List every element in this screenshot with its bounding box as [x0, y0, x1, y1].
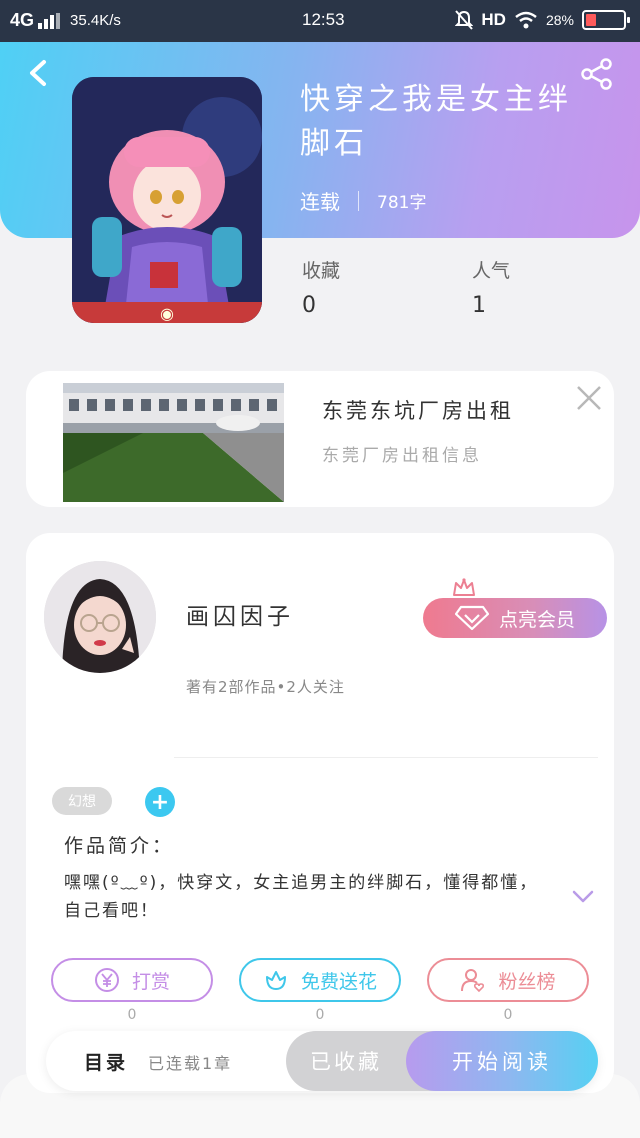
collect-stat: 收藏 0	[302, 256, 340, 318]
close-icon[interactable]	[574, 383, 604, 413]
fan-user-icon	[461, 969, 485, 993]
clock: 12:53	[302, 10, 345, 29]
fan-count: 0	[503, 1007, 513, 1023]
flower-icon	[265, 971, 286, 990]
author-card: 画囚因子 著有2部作品•2人关注 点亮会员 幻想 + 作品简介： 嘿嘿(º﹏º)…	[26, 533, 614, 1093]
intro-text: 嘿嘿(º﹏º)，快穿文，女主追男主的绊脚石，懂得都懂，自己看吧！	[64, 873, 539, 921]
wifi-icon	[515, 11, 537, 29]
network-type: 4G	[10, 10, 35, 30]
ad-image[interactable]	[63, 383, 284, 502]
serial-status: 连载	[300, 190, 340, 214]
book-meta: 连载 781字	[300, 186, 426, 215]
plus-icon: +	[150, 789, 170, 815]
send-flower-button[interactable]: 免费送花	[239, 958, 401, 1002]
flower-count: 0	[315, 1007, 325, 1023]
reward-label: 打赏	[131, 970, 170, 993]
battery-percent: 28%	[545, 12, 574, 28]
author-name[interactable]: 画囚因子	[186, 597, 294, 631]
ad-subtitle: 东莞厂房出租信息	[322, 446, 482, 466]
popularity-label: 人气	[472, 260, 511, 282]
chevron-down-icon[interactable]	[572, 889, 594, 905]
collect-value: 0	[302, 293, 316, 318]
author-stats: 著有2部作品•2人关注	[186, 678, 345, 696]
popularity-stat: 人气 1	[472, 256, 510, 318]
hd-label: HD	[481, 10, 506, 29]
fan-ranking-button[interactable]: 粉丝榜	[427, 958, 589, 1002]
start-reading-label: 开始阅读	[452, 1050, 552, 1074]
meta-divider	[358, 190, 359, 211]
reward-button[interactable]: 打赏	[51, 958, 213, 1002]
crown-icon	[453, 578, 475, 596]
send-flower-label: 免费送花	[300, 970, 377, 993]
toc-button[interactable]: 目录	[84, 1048, 128, 1075]
battery-icon	[582, 10, 630, 30]
diamond-icon	[454, 605, 489, 631]
signal-icon	[38, 12, 61, 29]
yen-icon	[94, 968, 119, 992]
fan-ranking-label: 粉丝榜	[498, 970, 556, 993]
avatar[interactable]	[44, 561, 156, 673]
mute-bell-icon	[455, 10, 474, 30]
back-icon[interactable]	[24, 58, 52, 88]
collect-label: 收藏	[302, 260, 341, 282]
word-count: 781字	[377, 193, 427, 213]
ad-title: 东莞东坑厂房出租	[322, 399, 514, 423]
intro-label: 作品简介：	[64, 835, 175, 857]
vip-button[interactable]: 点亮会员	[423, 598, 607, 638]
network-indicator: 4G 35.4K/s	[10, 10, 121, 31]
genre-tag[interactable]: 幻想	[52, 787, 112, 815]
add-tag-button[interactable]: +	[145, 787, 175, 817]
network-speed: 35.4K/s	[70, 12, 121, 29]
start-reading-button[interactable]: 开始阅读	[406, 1031, 598, 1091]
reward-count: 0	[127, 1007, 137, 1023]
chapter-status: 已连载1章	[148, 1054, 233, 1073]
popularity-value: 1	[472, 293, 486, 318]
status-bar: 4G 35.4K/s 12:53 HD 28%	[0, 0, 640, 42]
svg-text:◉: ◉	[160, 304, 174, 323]
collected-label: 已收藏	[310, 1050, 382, 1074]
divider	[174, 757, 598, 758]
status-icons: HD 28%	[455, 10, 630, 30]
ad-card[interactable]: 东莞东坑厂房出租 东莞厂房出租信息	[26, 371, 614, 507]
book-cover[interactable]: ◉	[72, 77, 262, 323]
cover-illustration: ◉	[72, 77, 262, 323]
share-icon[interactable]	[580, 58, 614, 90]
bottom-action-bar: 目录 已连载1章 已收藏 开始阅读	[46, 1031, 598, 1091]
book-title: 快穿之我是女主绊脚石	[300, 82, 572, 161]
vip-button-label: 点亮会员	[498, 608, 575, 631]
